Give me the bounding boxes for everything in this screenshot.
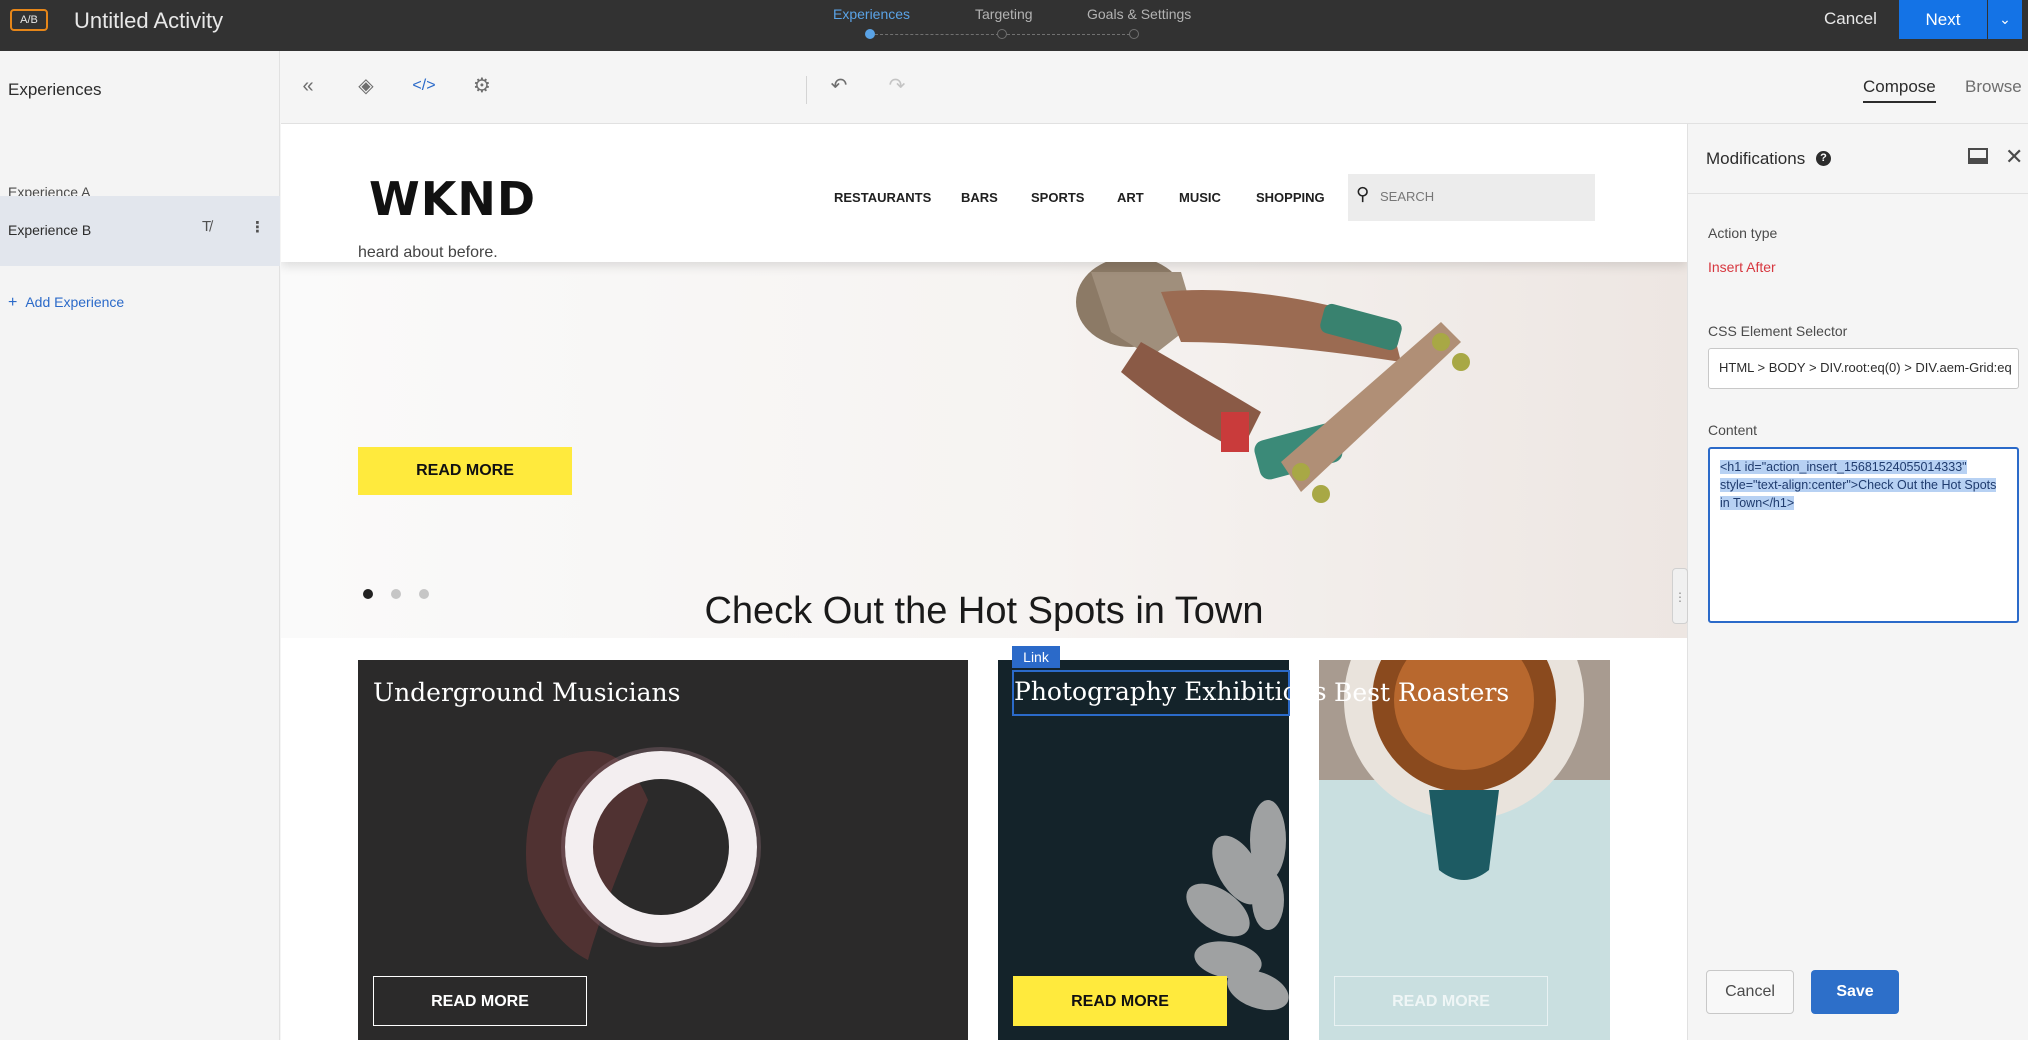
card-read-more-button[interactable]: READ MORE (1013, 976, 1227, 1026)
close-icon[interactable]: ✕ (2005, 144, 2023, 170)
card-read-more-button[interactable]: READ MORE (1334, 976, 1548, 1026)
css-selector-field[interactable]: HTML > BODY > DIV.root:eq(0) > DIV.aem-G… (1708, 348, 2019, 389)
dock-panel-icon[interactable] (1968, 148, 1988, 164)
site-logo[interactable]: WKND (369, 172, 536, 226)
help-icon[interactable]: ? (1816, 151, 1831, 166)
toolbar-divider (806, 76, 807, 104)
card-title[interactable]: Best Roasters (1334, 678, 1509, 707)
nav-item-shopping[interactable]: SHOPPING (1256, 190, 1325, 205)
card-read-more-button[interactable]: READ MORE (373, 976, 587, 1026)
collapse-icon[interactable]: « (295, 73, 321, 99)
hero-text: heard about before. (358, 244, 498, 261)
activity-title[interactable]: Untitled Activity (74, 8, 223, 34)
hero-read-more-button[interactable]: READ MORE (358, 447, 572, 495)
experiences-sidebar: Experiences Experience A Experience B T̸… (0, 51, 280, 1040)
next-options-chevron-down-icon[interactable]: ⌄ (1988, 0, 2022, 39)
tab-browse[interactable]: Browse (1965, 77, 2022, 97)
top-bar: A/B Untitled Activity Experiences Target… (0, 0, 2028, 51)
plus-icon: + (8, 294, 18, 311)
step-experiences[interactable]: Experiences (833, 6, 910, 22)
search-placeholder: SEARCH (1380, 189, 1435, 204)
add-experience-link[interactable]: + Add Experience (8, 294, 124, 312)
site-header: WKND RESTAURANTS BARS SPORTS ART MUSIC S… (281, 124, 1687, 262)
step-connector (875, 34, 999, 35)
card-best-roasters[interactable]: Best Roasters READ MORE (1319, 660, 1610, 1040)
step-indicator-experiences (865, 29, 875, 39)
step-targeting[interactable]: Targeting (975, 6, 1033, 22)
panel-title: Modifications (1706, 149, 1806, 168)
step-goals-settings[interactable]: Goals & Settings (1087, 6, 1191, 22)
nav-item-sports[interactable]: SPORTS (1031, 190, 1084, 205)
action-type-label: Action type (1708, 225, 1778, 241)
action-type-value[interactable]: Insert After (1708, 259, 1776, 275)
step-connector (1007, 34, 1130, 35)
card-title[interactable]: Underground Musicians (373, 678, 680, 707)
gear-icon[interactable]: ⚙ (469, 73, 495, 99)
undo-icon[interactable]: ↶ (826, 73, 852, 99)
editor-toolbar: « ◈ </> ⚙ ↶ ↷ (281, 51, 2028, 124)
nav-item-music[interactable]: MUSIC (1179, 190, 1221, 205)
site-search-input[interactable]: ⚲ SEARCH (1348, 174, 1595, 221)
panel-cancel-button[interactable]: Cancel (1706, 970, 1794, 1014)
content-code: <h1 id="action_insert_15681524055014333"… (1720, 460, 1997, 510)
save-button[interactable]: Save (1811, 970, 1899, 1014)
experience-label: Experience B (8, 222, 92, 238)
layers-icon[interactable]: ◈ (353, 73, 379, 99)
cancel-button[interactable]: Cancel (1824, 9, 1877, 29)
card-title[interactable]: Photography Exhibitions (1014, 677, 1327, 706)
modifications-panel: Modifications ? ✕ Action type Insert Aft… (1687, 124, 2028, 1040)
card-photography-exhibitions[interactable]: READ MORE (998, 660, 1289, 1040)
panel-header: Modifications ? ✕ (1688, 124, 2028, 194)
step-indicator-targeting (997, 29, 1007, 39)
page-preview-canvas[interactable]: WKND RESTAURANTS BARS SPORTS ART MUSIC S… (281, 124, 1687, 1040)
card-underground-musicians[interactable]: Underground Musicians READ MORE (358, 660, 968, 1040)
search-icon: ⚲ (1356, 184, 1370, 204)
add-experience-label: Add Experience (25, 294, 125, 310)
more-options-icon[interactable]: ⋮ (250, 218, 265, 236)
nav-item-bars[interactable]: BARS (961, 190, 998, 205)
code-icon[interactable]: </> (411, 73, 437, 99)
nav-item-art[interactable]: ART (1117, 190, 1144, 205)
css-selector-label: CSS Element Selector (1708, 323, 1848, 339)
nav-item-restaurants[interactable]: RESTAURANTS (834, 190, 931, 205)
hero-carousel: READ MORE (281, 262, 1687, 638)
rename-text-icon[interactable]: T̸ (202, 218, 211, 235)
sidebar-title: Experiences (8, 80, 102, 99)
ab-activity-badge: A/B (10, 9, 48, 31)
step-indicator-goals (1129, 29, 1139, 39)
panel-resize-handle[interactable]: ⋮ (1672, 568, 1688, 624)
experience-item-b[interactable]: Experience B T̸ ⋮ (0, 196, 280, 266)
redo-icon: ↷ (888, 75, 906, 97)
next-button[interactable]: Next (1899, 0, 1987, 39)
link-element-tag: Link (1012, 646, 1060, 668)
content-textarea[interactable]: <h1 id="action_insert_15681524055014333"… (1708, 447, 2019, 623)
content-label: Content (1708, 422, 1758, 438)
section-heading[interactable]: Check Out the Hot Spots in Town (281, 590, 1687, 633)
tab-compose[interactable]: Compose (1863, 77, 1936, 103)
